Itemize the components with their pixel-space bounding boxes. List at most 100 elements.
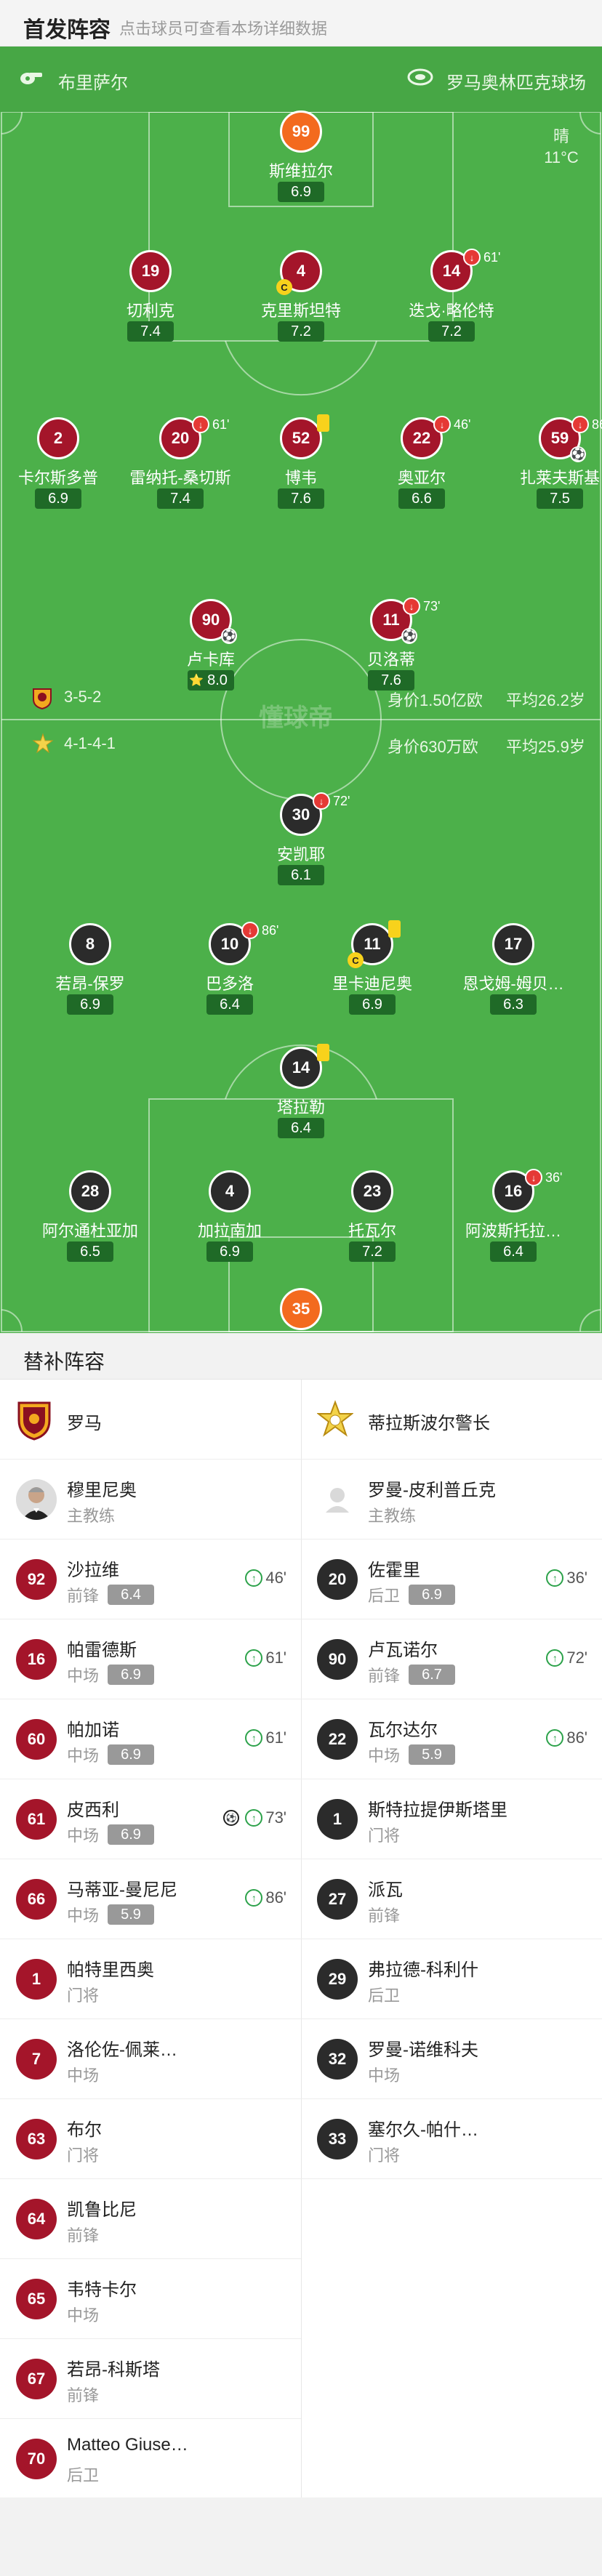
sub-player-row[interactable]: 90 卢瓦诺尔 前锋 6.7 ↑ 72' — [301, 1619, 602, 1699]
away-team-row: 蒂拉斯波尔警长 — [301, 1380, 602, 1460]
player-name: 扎莱夫斯基 — [519, 469, 600, 487]
player-marker[interactable]: 90 卢卡库 8.0 ⚽ ⭐ — [145, 599, 276, 715]
player-number: 23 — [351, 1170, 393, 1212]
sub-player-row[interactable]: 63 布尔 门将 — [0, 2099, 301, 2179]
sub-event: ↑ 61' — [245, 1728, 286, 1747]
page-title: 首发阵容 — [23, 18, 111, 42]
sub-position-line: 门将 — [368, 2143, 400, 2166]
sub-off-marker: ↓ 61' — [192, 416, 229, 433]
player-marker[interactable]: 17 恩戈姆-姆贝… 6.3 — [448, 923, 579, 1039]
sub-out-icon: ↓ — [571, 416, 589, 433]
sub-position: 中场 — [67, 1667, 100, 1685]
page-footer-space — [0, 2497, 602, 2576]
sub-player-row[interactable]: 1 帕特里西奥 门将 — [0, 1939, 301, 2019]
sub-off-marker: ↓ 36' — [525, 1169, 562, 1186]
sub-player-row[interactable]: 67 若昂-科斯塔 前锋 — [0, 2339, 301, 2419]
player-marker[interactable]: 14 塔拉勒 6.4 — [236, 1044, 366, 1163]
sub-number: 90 — [317, 1639, 358, 1680]
sub-off-marker: ↓ 72' — [313, 792, 350, 810]
sub-player-row[interactable]: 70 Matteo Giuse… 后卫 — [0, 2419, 301, 2499]
player-marker[interactable]: 16 阿波斯托拉… 6.4 ↓ 36' — [448, 1169, 579, 1287]
yellow-card-icon — [388, 920, 401, 938]
sub-player-row[interactable]: 60 帕加诺 中场 6.9 ↑ 61' — [0, 1699, 301, 1779]
sub-position: 前锋 — [67, 2226, 100, 2245]
sub-name: 塞尔久-帕什… — [368, 2120, 478, 2140]
sub-out-icon: ↓ — [192, 416, 209, 433]
away-coach-row[interactable]: 罗曼-皮利普丘克 主教练 — [301, 1460, 602, 1539]
player-name: 雷纳托-桑切斯 — [129, 469, 231, 487]
home-team-row: 罗马 — [0, 1380, 301, 1460]
player-marker[interactable]: 19 切利克 7.4 — [85, 250, 216, 366]
subs-section-header: 替补阵容 — [0, 1333, 602, 1380]
sub-in-minute: 73' — [265, 1808, 286, 1827]
sub-number: 66 — [16, 1879, 57, 1920]
sheriff-crest-icon — [317, 1400, 353, 1437]
header-hint: 点击球员可查看本场详细数据 — [119, 20, 328, 38]
player-name: 奥亚尔 — [397, 469, 446, 487]
player-marker[interactable]: 59扎莱夫斯基7.5↓86'⚽ — [494, 416, 602, 534]
player-marker[interactable]: 20 雷纳托-桑切斯 7.4 ↓ 61' — [115, 416, 246, 534]
player-name: 迭戈·略伦特 — [409, 302, 494, 320]
sub-player-row[interactable]: 29 弗拉德-科利什 后卫 — [301, 1939, 602, 2019]
player-marker[interactable]: 11 里卡迪尼奥 6.9 C — [307, 920, 438, 1039]
sub-player-row[interactable]: 27 派瓦 前锋 — [301, 1859, 602, 1939]
star-icon: ⭐ — [189, 675, 204, 687]
player-number: 2 — [37, 417, 79, 459]
player-marker[interactable]: 99 斯维拉尔 6.9 — [236, 110, 366, 227]
player-rating: 6.3 — [490, 994, 537, 1015]
player-number: 8 — [69, 923, 111, 965]
sub-position-line: 后卫 6.9 — [368, 1583, 456, 1606]
player-marker[interactable]: 14 迭戈·略伦特 7.2 ↓ 61' — [386, 249, 517, 366]
player-rating: 7.2 — [428, 321, 475, 342]
goal-icon: ⚽ — [221, 628, 237, 644]
player-number: 14 — [280, 1047, 322, 1089]
sub-player-row[interactable]: 64 凯鲁比尼 前锋 — [0, 2179, 301, 2259]
sub-player-row[interactable]: 92 沙拉维 前锋 6.4 ↑ 46' — [0, 1539, 301, 1619]
sub-out-icon: ↓ — [433, 416, 451, 433]
sub-position: 后卫 — [368, 1587, 401, 1605]
player-name: 巴多洛 — [205, 975, 254, 993]
away-formation: 4-1-4-1 — [64, 734, 116, 752]
sub-name: Matteo Giuse… — [67, 2435, 188, 2455]
player-rating: 6.6 — [398, 488, 445, 509]
home-coach-row[interactable]: 穆里尼奥 主教练 — [0, 1460, 301, 1539]
player-marker[interactable]: 4 克里斯坦特 7.2 C — [236, 250, 366, 366]
sub-player-row[interactable]: 1 斯特拉提伊斯塔里 门将 — [301, 1779, 602, 1859]
sub-position: 中场 — [67, 1747, 100, 1765]
player-marker[interactable]: 35科瓦尔6.6 — [236, 1288, 366, 1333]
captain-icon: C — [348, 952, 364, 968]
sub-name: 马蒂亚-曼尼尼 — [67, 1880, 177, 1900]
sub-position: 前锋 — [368, 1907, 401, 1925]
captain-icon: C — [276, 279, 292, 295]
sub-player-row[interactable]: 22 瓦尔达尔 中场 5.9 ↑ 86' — [301, 1699, 602, 1779]
player-marker[interactable]: 28 阿尔通杜亚加 6.5 — [25, 1170, 156, 1287]
player-marker[interactable]: 23 托瓦尔 7.2 — [307, 1170, 438, 1287]
sub-minute: 86' — [262, 922, 279, 938]
player-rating: 6.4 — [278, 1118, 324, 1138]
sub-player-row[interactable]: 65 韦特卡尔 中场 — [0, 2259, 301, 2339]
player-marker[interactable]: 2 卡尔斯多普 6.9 — [0, 417, 124, 534]
player-marker[interactable]: 22 奥亚尔 6.6 ↓ 46' — [356, 416, 487, 534]
sub-in-icon: ↑ — [546, 1729, 564, 1747]
sub-out-icon: ↓ — [525, 1169, 542, 1186]
sub-position-line: 后卫 — [67, 2463, 99, 2486]
sub-player-row[interactable]: 61 皮西利 中场 6.9 ⚽ ↑ 73' — [0, 1779, 301, 1859]
sub-position: 门将 — [368, 2146, 401, 2165]
sub-number: 64 — [16, 2199, 57, 2239]
player-marker[interactable]: 8 若昂-保罗 6.9 — [25, 923, 156, 1039]
sub-number: 70 — [16, 2439, 57, 2479]
sub-player-row[interactable]: 66 马蒂亚-曼尼尼 中场 5.9 ↑ 86' — [0, 1859, 301, 1939]
player-name: 阿波斯托拉… — [465, 1222, 561, 1240]
player-name: 贝洛蒂 — [366, 651, 415, 669]
player-marker[interactable]: 30 安凯耶 6.1 ↓ 72' — [236, 792, 366, 910]
sub-player-row[interactable]: 7 洛伦佐-佩莱… 中场 — [0, 2019, 301, 2099]
player-marker[interactable]: 11 贝洛蒂 7.6 ↓ 73' ⚽ — [326, 597, 457, 715]
sub-player-row[interactable]: 33 塞尔久-帕什… 门将 — [301, 2099, 602, 2179]
player-marker[interactable]: 10 巴多洛 6.4 ↓ 86' — [164, 922, 295, 1039]
sub-player-row[interactable]: 32 罗曼-诺维科夫 中场 — [301, 2019, 602, 2099]
sub-name: 若昂-科斯塔 — [67, 2360, 160, 2380]
sub-player-row[interactable]: 20 佐霍里 后卫 6.9 ↑ 36' — [301, 1539, 602, 1619]
sub-player-row[interactable]: 16 帕雷德斯 中场 6.9 ↑ 61' — [0, 1619, 301, 1699]
player-marker[interactable]: 4 加拉南加 6.9 — [164, 1170, 295, 1287]
player-marker[interactable]: 52 博韦 7.6 — [236, 414, 366, 534]
